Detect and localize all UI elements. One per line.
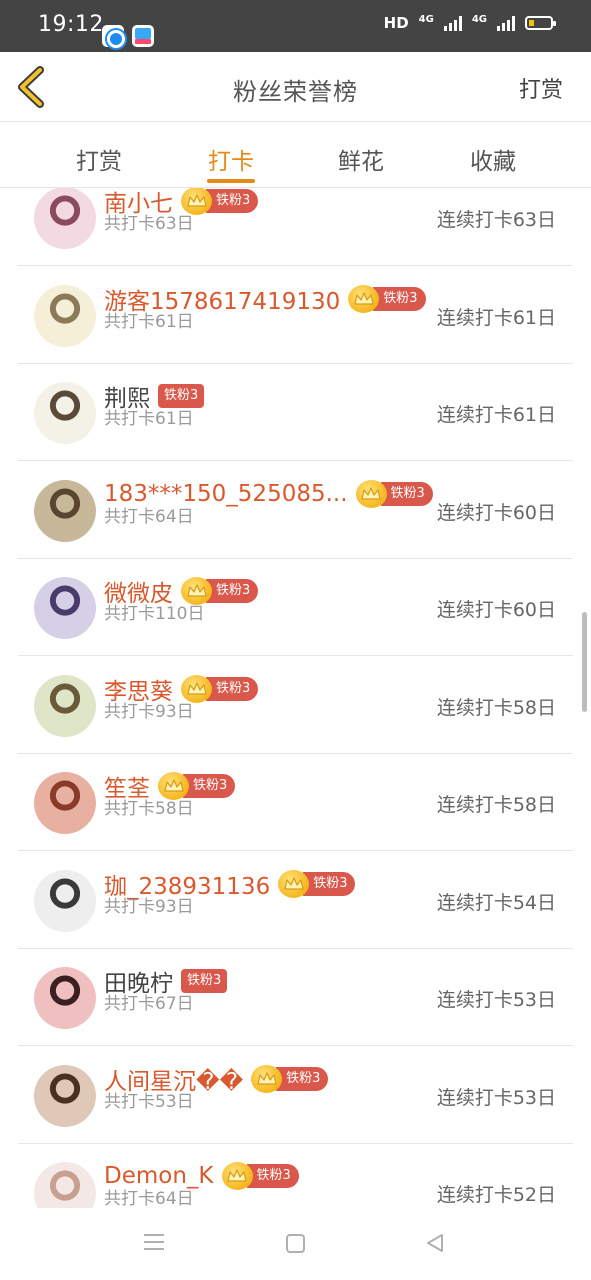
fan-level-badge: 铁粉3	[380, 481, 433, 506]
tab-reward[interactable]: 打赏	[59, 142, 139, 176]
checkin-streak: 连续打卡54日	[436, 891, 556, 914]
total-checkin-count: 共打卡63日	[104, 214, 194, 234]
scrollbar[interactable]	[582, 612, 587, 712]
fan-level-badge: 铁粉3	[206, 189, 259, 213]
avatar[interactable]	[34, 479, 96, 542]
crown-icon	[278, 869, 310, 898]
fan-level-badge: 铁粉3	[206, 579, 259, 603]
active-tab-indicator	[207, 179, 255, 183]
list-item[interactable]: 人间星沉�� 铁粉3 共打卡53日 连续打卡53日	[0, 1047, 591, 1144]
status-time: 19:12	[38, 12, 104, 37]
menu-icon[interactable]	[144, 1234, 164, 1250]
reward-action-button[interactable]: 打赏	[519, 72, 563, 104]
crown-icon	[181, 674, 212, 703]
list-item[interactable]: Demon_K 铁粉3 共打卡64日 连续打卡52日	[0, 1144, 591, 1208]
total-checkin-count: 共打卡64日	[104, 1189, 194, 1208]
tab-flowers[interactable]: 鲜花	[321, 142, 401, 176]
crown-icon	[181, 188, 212, 215]
avatar[interactable]	[34, 1162, 96, 1208]
crown-icon	[355, 479, 387, 508]
status-bar: 19:12 HD 4G 4G	[0, 0, 591, 52]
avatar[interactable]	[34, 188, 96, 249]
avatar[interactable]	[34, 577, 96, 639]
battery-icon	[525, 16, 556, 30]
signal-icon	[443, 15, 462, 31]
tab-favorites[interactable]: 收藏	[453, 142, 533, 176]
signal-icon-2	[497, 15, 515, 31]
list-item[interactable]: 游客1578617419130 铁粉3 共打卡61日 连续打卡61日	[0, 267, 591, 364]
total-checkin-count: 共打卡61日	[104, 311, 194, 332]
checkin-streak: 连续打卡63日	[436, 209, 556, 231]
avatar[interactable]	[34, 967, 96, 1029]
checkin-streak: 连续打卡52日	[436, 1184, 556, 1206]
total-checkin-count: 共打卡93日	[104, 701, 194, 722]
total-checkin-count: 共打卡64日	[104, 506, 194, 527]
avatar[interactable]	[34, 869, 96, 932]
checkin-streak: 连续打卡58日	[436, 794, 556, 816]
crown-icon	[181, 577, 212, 605]
checkin-streak: 连续打卡53日	[436, 1086, 556, 1109]
total-checkin-count: 共打卡53日	[104, 1091, 194, 1112]
checkin-streak: 连续打卡60日	[436, 501, 556, 524]
avatar[interactable]	[34, 382, 96, 444]
list-item[interactable]: 微微皮 铁粉3 共打卡110日 连续打卡60日	[0, 559, 591, 656]
list-item[interactable]: 笙荃 铁粉3 共打卡58日 连续打卡58日	[0, 754, 591, 851]
fan-level-badge: 铁粉3	[303, 871, 356, 896]
total-checkin-count: 共打卡61日	[104, 409, 194, 429]
list-item[interactable]: 李思葵 铁粉3 共打卡93日 连续打卡58日	[0, 657, 591, 754]
network-type-label-2: 4G	[471, 13, 487, 25]
list-item[interactable]: 南小七 铁粉3 共打卡63日 连续打卡63日	[0, 188, 591, 266]
list-item[interactable]: 珈_238931136 铁粉3 共打卡93日 连续打卡54日	[0, 852, 591, 949]
avatar[interactable]	[34, 1064, 96, 1127]
hd-label: HD	[383, 14, 409, 32]
checkin-streak: 连续打卡58日	[436, 696, 556, 719]
header: 粉丝荣誉榜 打赏	[0, 52, 591, 122]
tab-checkin[interactable]: 打卡	[191, 142, 271, 176]
fan-list[interactable]: 南小七 铁粉3 共打卡63日 连续打卡63日 游客1578617419130 铁粉3 共打卡…	[0, 188, 591, 1208]
total-checkin-count: 共打卡67日	[104, 994, 194, 1014]
crown-icon	[221, 1162, 253, 1190]
status-indicators: HD 4G 4G	[383, 13, 556, 32]
back-triangle-icon[interactable]	[424, 1232, 446, 1254]
list-item[interactable]: 田晚柠 铁粉3 共打卡67日 连续打卡53日	[0, 949, 591, 1046]
checkin-streak: 连续打卡60日	[436, 599, 556, 621]
checkin-streak: 连续打卡53日	[436, 989, 556, 1011]
avatar[interactable]	[34, 284, 96, 347]
video-app-notification-icon	[132, 25, 154, 47]
checkin-streak: 连续打卡61日	[436, 306, 556, 329]
total-checkin-count: 共打卡93日	[104, 896, 194, 917]
fan-level-badge: 铁粉3	[373, 286, 426, 311]
fan-level-badge: 铁粉3	[246, 1164, 299, 1188]
fan-level-badge: 铁粉3	[276, 1066, 329, 1091]
system-nav-bar	[0, 1208, 591, 1280]
crown-icon	[348, 284, 380, 313]
home-icon[interactable]	[286, 1234, 305, 1253]
tab-bar: 打赏 打卡 鲜花 收藏	[0, 122, 591, 188]
list-item[interactable]: 183***150_525085... 铁粉3 共打卡64日 连续打卡60日	[0, 462, 591, 559]
fan-level-badge: 铁粉3	[206, 676, 259, 701]
crown-icon	[251, 1064, 283, 1093]
crown-icon	[158, 772, 189, 800]
list-item[interactable]: 荆熙 铁粉3 共打卡61日 连续打卡61日	[0, 364, 591, 461]
checkin-streak: 连续打卡61日	[436, 404, 556, 426]
avatar[interactable]	[34, 674, 96, 737]
page-title: 粉丝荣誉榜	[233, 78, 358, 106]
network-type-label: 4G	[418, 13, 434, 25]
avatar[interactable]	[34, 772, 96, 834]
app-notification-icon	[102, 25, 125, 48]
